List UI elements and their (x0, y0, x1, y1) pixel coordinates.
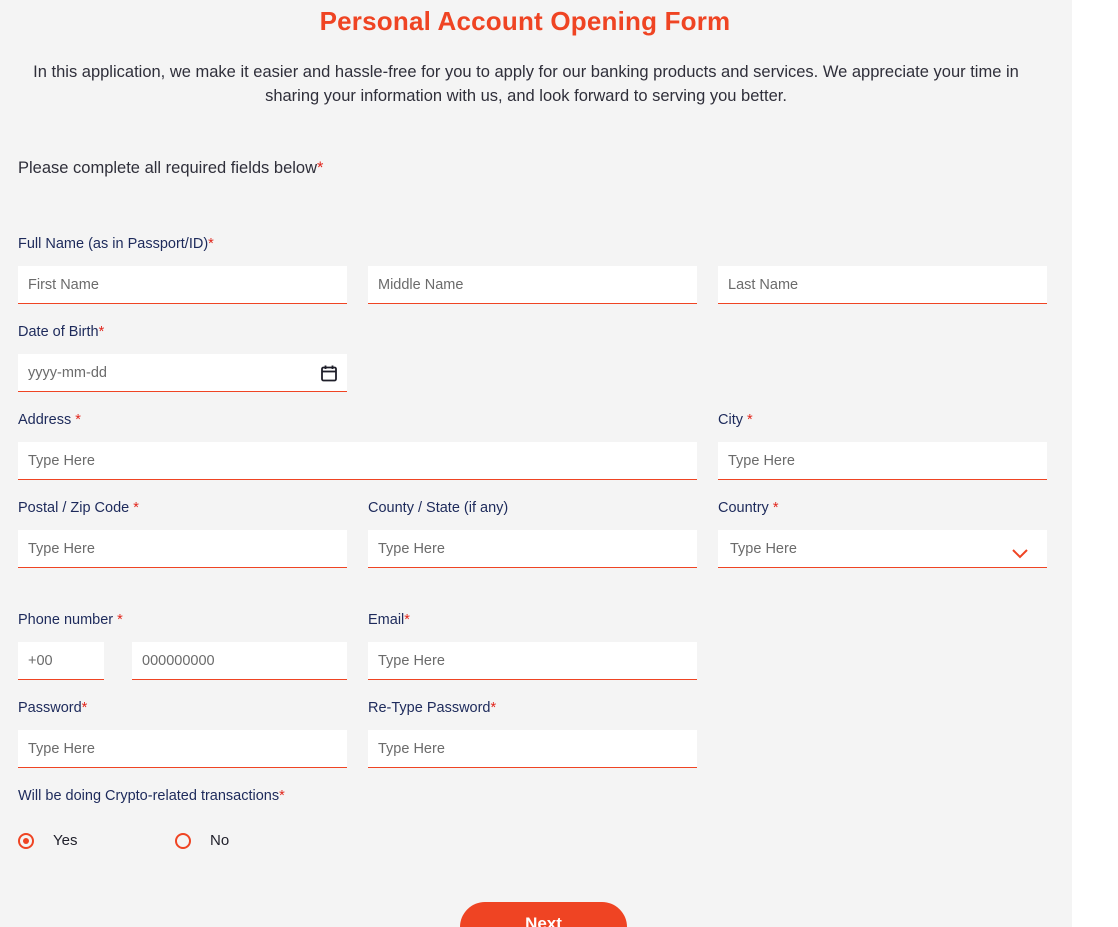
required-note-text: Please complete all required fields belo… (18, 159, 317, 177)
middle-name-input[interactable] (368, 266, 697, 303)
retype-password-label-text: Re-Type Password (368, 700, 491, 716)
address-input[interactable] (18, 442, 697, 479)
required-mark: * (75, 412, 81, 428)
crypto-yes-label[interactable]: Yes (53, 832, 77, 849)
crypto-no-label[interactable]: No (210, 832, 229, 849)
phone-number-field (132, 642, 347, 680)
required-mark: * (279, 788, 285, 804)
phone-label: Phone number * (18, 612, 123, 628)
full-name-label-text: Full Name (as in Passport/ID) (18, 236, 209, 252)
retype-password-input[interactable] (368, 730, 697, 767)
crypto-label: Will be doing Crypto-related transaction… (18, 788, 285, 804)
city-label: City * (718, 412, 753, 428)
required-mark: * (133, 500, 139, 516)
full-name-label: Full Name (as in Passport/ID)* (18, 236, 214, 252)
email-field (368, 642, 697, 680)
required-mark: * (117, 612, 123, 628)
next-button[interactable]: Next (460, 902, 627, 927)
required-mark: * (490, 700, 497, 716)
required-mark: * (772, 500, 779, 516)
dob-field (18, 354, 347, 392)
dob-label-text: Date of Birth (18, 324, 99, 340)
city-label-text: City (718, 412, 747, 428)
city-field (718, 442, 1047, 480)
password-field (18, 730, 347, 768)
retype-password-label: Re-Type Password* (368, 700, 496, 716)
phone-number-input[interactable] (132, 642, 347, 679)
country-label: Country * (718, 500, 778, 516)
password-label-text: Password (18, 700, 82, 716)
calendar-icon[interactable] (320, 364, 338, 382)
phone-code-input[interactable] (18, 642, 104, 679)
postal-input[interactable] (18, 530, 347, 567)
intro-text: In this application, we make it easier a… (33, 63, 1019, 105)
city-input[interactable] (718, 442, 1047, 479)
last-name-field (718, 266, 1047, 304)
first-name-field (18, 266, 347, 304)
dob-input[interactable] (18, 354, 347, 391)
required-note: Please complete all required fields belo… (18, 159, 323, 178)
email-label-text: Email (368, 612, 405, 628)
county-label: County / State (if any) (368, 500, 509, 516)
email-label: Email* (368, 612, 410, 628)
country-label-text: Country (718, 500, 773, 516)
required-mark: * (747, 412, 753, 428)
address-field (18, 442, 697, 480)
crypto-no-radio[interactable] (175, 833, 191, 849)
required-mark: * (208, 236, 214, 252)
chevron-down-icon[interactable] (1011, 546, 1029, 560)
phone-code-field (18, 642, 104, 680)
password-input[interactable] (18, 730, 347, 767)
form-panel: Personal Account Opening Form In this ap… (0, 0, 1072, 927)
retype-password-field (368, 730, 697, 768)
required-mark: * (81, 700, 88, 716)
county-input[interactable] (368, 530, 697, 567)
page-title: Personal Account Opening Form (319, 6, 731, 36)
crypto-yes-radio[interactable] (18, 833, 34, 849)
crypto-label-text: Will be doing Crypto-related transaction… (18, 788, 280, 804)
country-input[interactable] (718, 530, 1047, 567)
last-name-input[interactable] (718, 266, 1047, 303)
address-label: Address * (18, 412, 81, 428)
dob-label: Date of Birth* (18, 324, 104, 340)
first-name-input[interactable] (18, 266, 347, 303)
phone-label-text: Phone number (18, 612, 118, 628)
email-input[interactable] (368, 642, 697, 679)
postal-label: Postal / Zip Code * (18, 500, 139, 516)
postal-field (18, 530, 347, 568)
required-mark: * (404, 612, 410, 628)
password-label: Password* (18, 700, 87, 716)
required-mark: * (98, 324, 105, 340)
county-field (368, 530, 697, 568)
required-mark: * (317, 159, 324, 177)
middle-name-field (368, 266, 697, 304)
address-label-text: Address (18, 412, 76, 428)
country-select[interactable] (718, 530, 1047, 568)
postal-label-text: Postal / Zip Code (18, 500, 134, 516)
